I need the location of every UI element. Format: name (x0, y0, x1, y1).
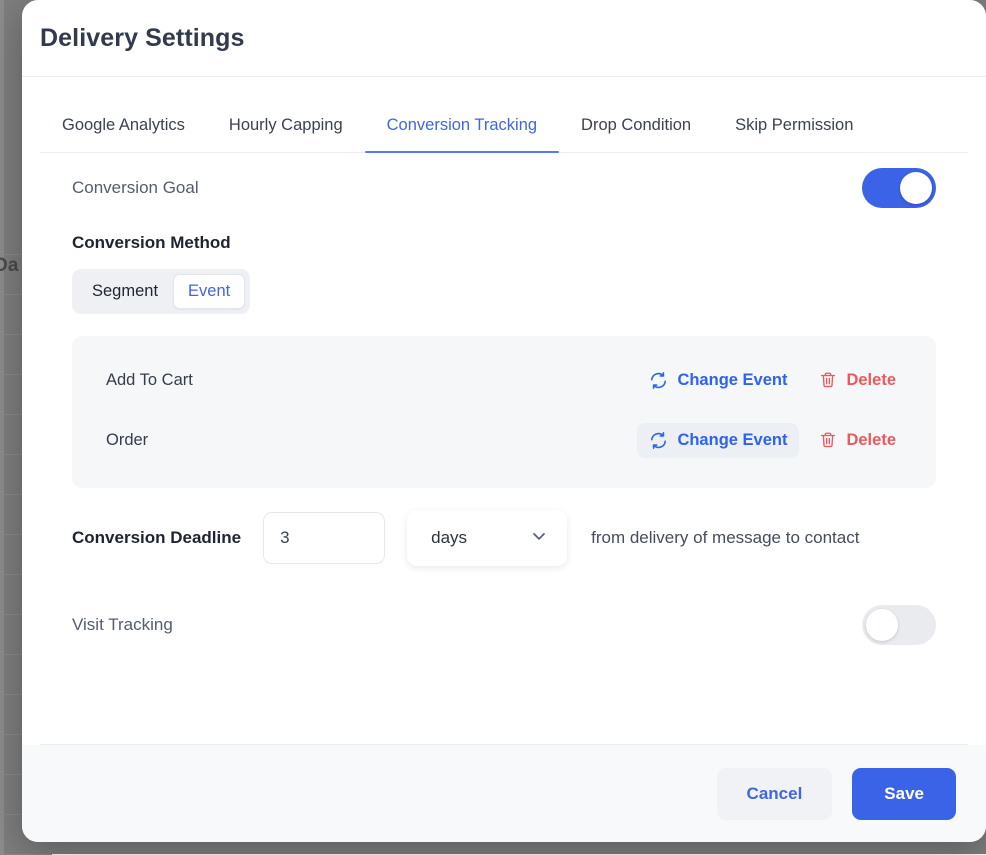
event-name: Order (106, 431, 148, 450)
save-button[interactable]: Save (852, 768, 956, 820)
conversion-method-label: Conversion Method (40, 233, 968, 253)
event-row: Order Change Event (72, 410, 936, 470)
visit-tracking-toggle[interactable] (862, 605, 936, 645)
conversion-goal-row: Conversion Goal (40, 153, 968, 223)
delete-event-button[interactable]: Delete (807, 363, 908, 398)
delete-event-label: Delete (846, 431, 896, 450)
delivery-settings-dialog: Delivery Settings Google Analytics Hourl… (22, 0, 986, 842)
conversion-deadline-suffix: from delivery of message to contact (591, 528, 859, 548)
conversion-deadline-row: Conversion Deadline days from delivery o… (40, 488, 968, 566)
conversion-method-segmented-control: Segment Event (72, 269, 250, 314)
delete-event-label: Delete (846, 371, 896, 390)
tab-hourly-capping[interactable]: Hourly Capping (207, 116, 365, 153)
tab-bar: Google Analytics Hourly Capping Conversi… (22, 77, 986, 153)
refresh-icon (649, 371, 668, 390)
events-panel: Add To Cart Change Event (72, 336, 936, 488)
toggle-knob (900, 172, 932, 204)
event-name: Add To Cart (106, 371, 193, 390)
change-event-label: Change Event (677, 431, 787, 450)
change-event-label: Change Event (677, 371, 787, 390)
page-title: Delivery Settings (40, 24, 245, 53)
dialog-header: Delivery Settings (22, 0, 986, 77)
dialog-footer: Cancel Save (22, 745, 986, 842)
change-event-button[interactable]: Change Event (637, 423, 799, 458)
event-actions: Change Event Delete (637, 423, 908, 458)
tab-google-analytics[interactable]: Google Analytics (40, 116, 207, 153)
tab-skip-permission[interactable]: Skip Permission (713, 116, 875, 153)
trash-icon (819, 431, 837, 449)
conversion-method-control-wrap: Segment Event (40, 253, 968, 314)
delete-event-button[interactable]: Delete (807, 423, 908, 458)
refresh-icon (649, 431, 668, 450)
toggle-knob (866, 609, 898, 641)
chevron-down-icon (529, 526, 549, 551)
deadline-unit-value: days (431, 528, 467, 548)
segment-option-segment[interactable]: Segment (77, 274, 173, 309)
footer-divider (40, 744, 968, 745)
tab-drop-condition[interactable]: Drop Condition (559, 116, 713, 153)
cancel-button[interactable]: Cancel (717, 768, 833, 820)
segment-option-event[interactable]: Event (173, 274, 245, 309)
conversion-goal-label: Conversion Goal (72, 178, 199, 198)
event-actions: Change Event Delete (637, 363, 908, 398)
conversion-deadline-input[interactable] (263, 512, 385, 564)
visit-tracking-label: Visit Tracking (72, 615, 173, 635)
tab-conversion-tracking[interactable]: Conversion Tracking (365, 116, 559, 153)
change-event-button[interactable]: Change Event (637, 363, 799, 398)
deadline-unit-select[interactable]: days (407, 510, 567, 566)
trash-icon (819, 371, 837, 389)
event-row: Add To Cart Change Event (72, 350, 936, 410)
visit-tracking-row: Visit Tracking (40, 590, 968, 660)
dialog-body: Conversion Goal Conversion Method Segmen… (22, 153, 986, 745)
conversion-deadline-label: Conversion Deadline (72, 528, 241, 548)
conversion-goal-toggle[interactable] (862, 168, 936, 208)
